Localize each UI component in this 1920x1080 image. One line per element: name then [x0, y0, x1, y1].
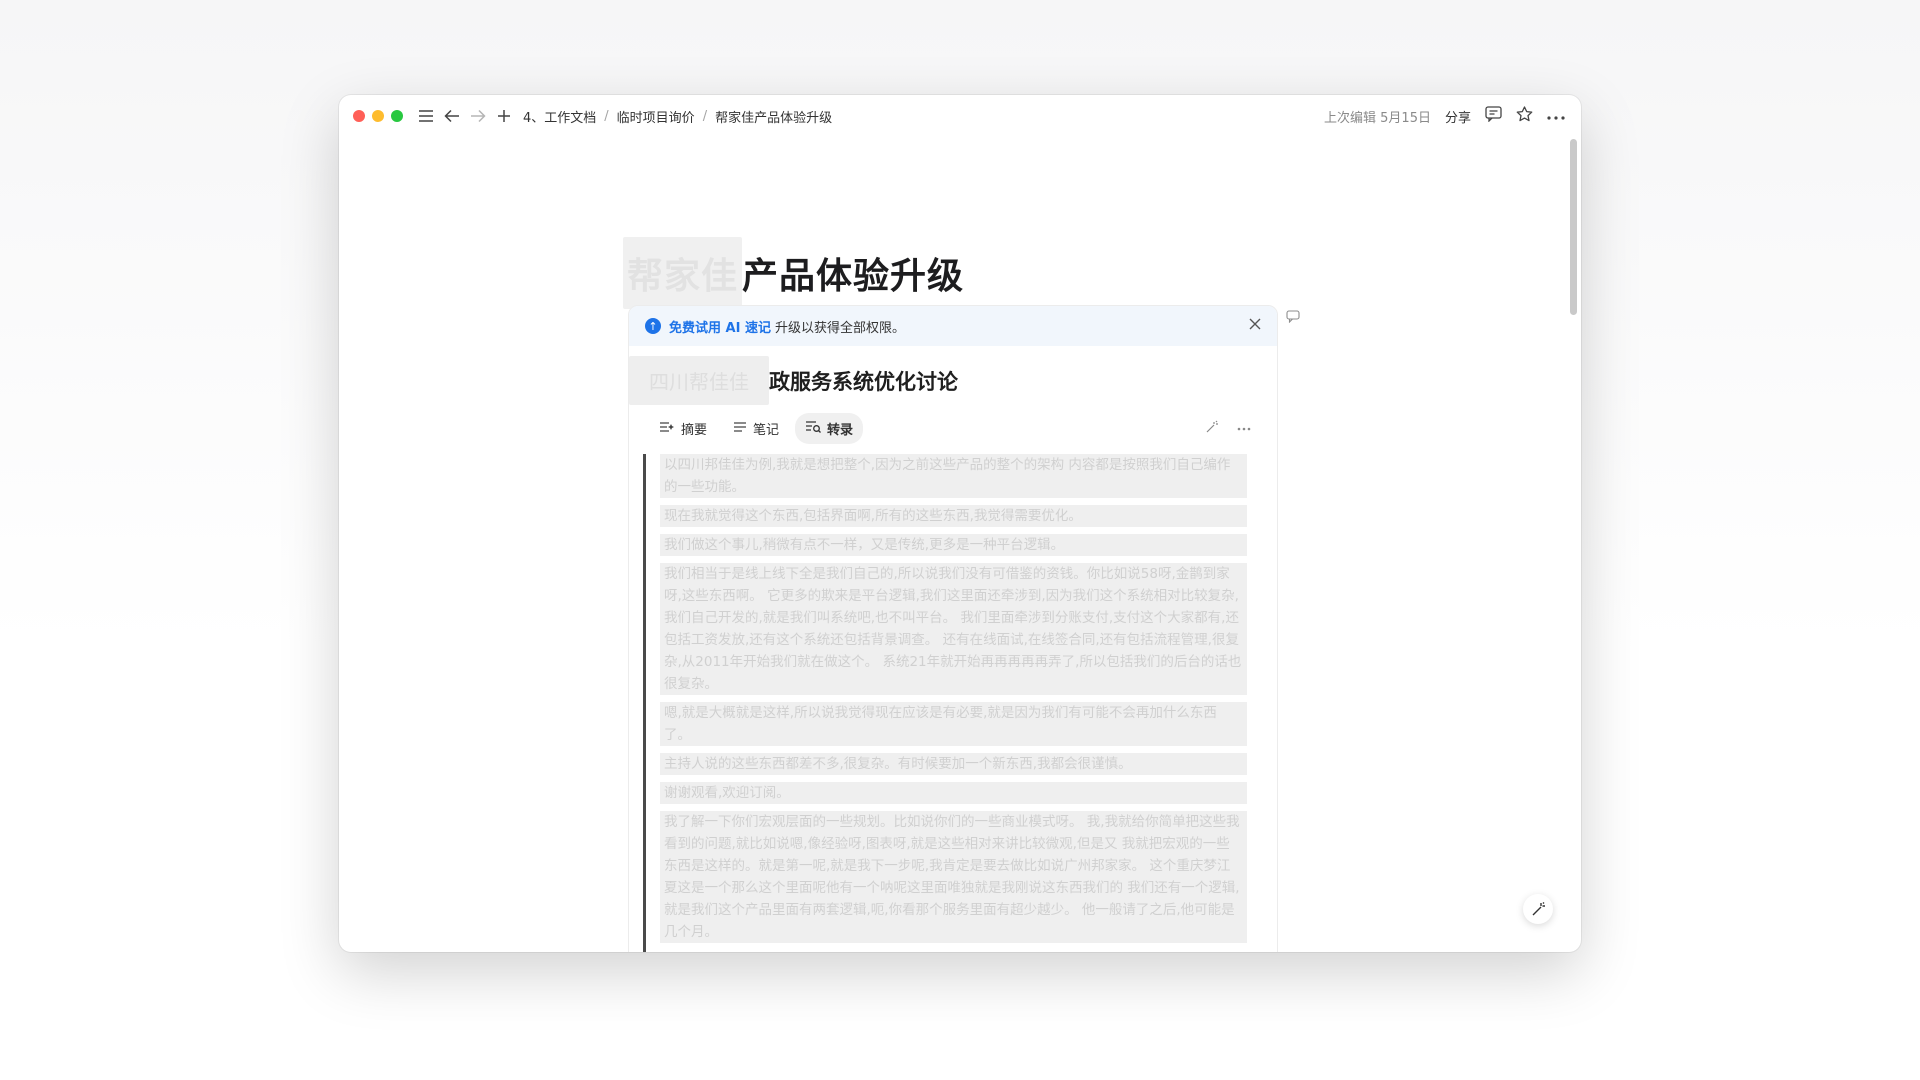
window-controls	[353, 110, 403, 122]
breadcrumb-item-project-inquiry[interactable]: 临时项目询价	[617, 107, 695, 126]
tab-notes[interactable]: 笔记	[723, 413, 789, 444]
panel-tools	[1205, 420, 1257, 438]
transcript-paragraph: 我们相当于是线上线下全是我们自己的,所以说我们没有可借鉴的资钱。你比如说58呀,…	[660, 563, 1247, 695]
app-window: 4、工作文档 / 临时项目询价 / 帮家佳产品体验升级 上次编辑 5月15日 分…	[339, 95, 1581, 952]
toolbar-right: 上次编辑 5月15日 分享	[1324, 106, 1581, 126]
forward-arrow-icon[interactable]	[467, 105, 489, 127]
scrollbar[interactable]	[1570, 139, 1577, 315]
page-title: 帮家佳 产品体验升级	[623, 237, 964, 309]
more-options-icon[interactable]	[1547, 109, 1565, 124]
title-text: 产品体验升级	[742, 256, 965, 297]
title-bar: 4、工作文档 / 临时项目询价 / 帮家佳产品体验升级 上次编辑 5月15日 分…	[339, 95, 1581, 137]
redacted-meeting-title-part: 四川帮佳佳	[629, 356, 769, 405]
breadcrumb-item-work-docs[interactable]: 4、工作文档	[523, 107, 596, 126]
breadcrumb-separator: /	[604, 108, 609, 124]
meeting-title-text: 政服务系统优化讨论	[769, 369, 958, 394]
redacted-title-part: 帮家佳	[623, 237, 743, 309]
banner-text: 升级以获得全部权限。	[774, 320, 905, 336]
transcript-paragraph: 以四川邦佳佳为例,我就是想把整个,因为之前这些产品的整个的架构 内容都是按照我们…	[660, 454, 1247, 498]
upgrade-arrow-icon: ↑	[645, 318, 661, 334]
tab-summary[interactable]: 摘要	[649, 413, 717, 444]
back-arrow-icon[interactable]	[441, 105, 463, 127]
notes-icon	[733, 421, 747, 437]
ai-sparkle-icon[interactable]	[1205, 420, 1219, 438]
free-trial-link[interactable]: 免费试用 AI 速记	[669, 317, 771, 336]
transcript-paragraph: 主持人说的这些东西都差不多,很复杂。有时候要加一个新东西,我都会很谨慎。	[660, 753, 1247, 775]
transcript-paragraph: 我了解一下你们宏观层面的一些规划。比如说你们的一些商业模式呀。 我,我就给你简单…	[660, 811, 1247, 943]
menu-icon[interactable]	[415, 105, 437, 127]
transcript-paragraph: 我们做这个事儿,稍微有点不一样，又是传统,更多是一种平台逻辑。	[660, 534, 1247, 556]
summary-icon	[659, 421, 675, 437]
new-page-icon[interactable]	[493, 105, 515, 127]
ai-assistant-button[interactable]	[1523, 894, 1553, 924]
tab-summary-label: 摘要	[681, 423, 708, 438]
transcript-content: 以四川邦佳佳为例,我就是想把整个,因为之前这些产品的整个的架构 内容都是按照我们…	[643, 454, 1253, 952]
notes-tabs: 摘要 笔记 转录	[629, 413, 1277, 444]
ai-notes-panel: ↑ 免费试用 AI 速记 升级以获得全部权限。 四川帮佳佳 政服务系统优化讨论 …	[628, 305, 1278, 952]
breadcrumb-item-current[interactable]: 帮家佳产品体验升级	[715, 107, 832, 126]
panel-more-icon[interactable]	[1237, 420, 1251, 438]
transcript-paragraph: 嗯,就是大概就是这样,所以说我觉得现在应该是有必要,就是因为我们有可能不会再加什…	[660, 702, 1247, 746]
close-window-button[interactable]	[353, 110, 365, 122]
tab-transcript[interactable]: 转录	[795, 413, 864, 444]
minimize-window-button[interactable]	[372, 110, 384, 122]
star-icon[interactable]	[1516, 106, 1533, 126]
tab-notes-label: 笔记	[753, 423, 780, 438]
breadcrumb-separator: /	[702, 108, 708, 124]
maximize-window-button[interactable]	[391, 110, 403, 122]
add-comment-icon[interactable]	[1286, 308, 1300, 327]
last-edit-label: 上次编辑 5月15日	[1324, 110, 1431, 126]
transcript-paragraph: 现在我就觉得这个东西,包括界面啊,所有的这些东西,我觉得需要优化。	[660, 505, 1247, 527]
comment-icon[interactable]	[1485, 106, 1502, 126]
transcript-paragraph: 谢谢观看,欢迎订阅。	[660, 782, 1247, 804]
share-button[interactable]: 分享	[1445, 107, 1471, 126]
tab-transcript-label: 转录	[827, 423, 854, 438]
close-icon[interactable]	[1249, 318, 1261, 334]
upgrade-banner: ↑ 免费试用 AI 速记 升级以获得全部权限。	[629, 306, 1277, 346]
transcript-icon	[805, 420, 821, 437]
breadcrumb: 4、工作文档 / 临时项目询价 / 帮家佳产品体验升级	[523, 107, 832, 126]
meeting-title: 四川帮佳佳 政服务系统优化讨论	[629, 356, 1277, 405]
